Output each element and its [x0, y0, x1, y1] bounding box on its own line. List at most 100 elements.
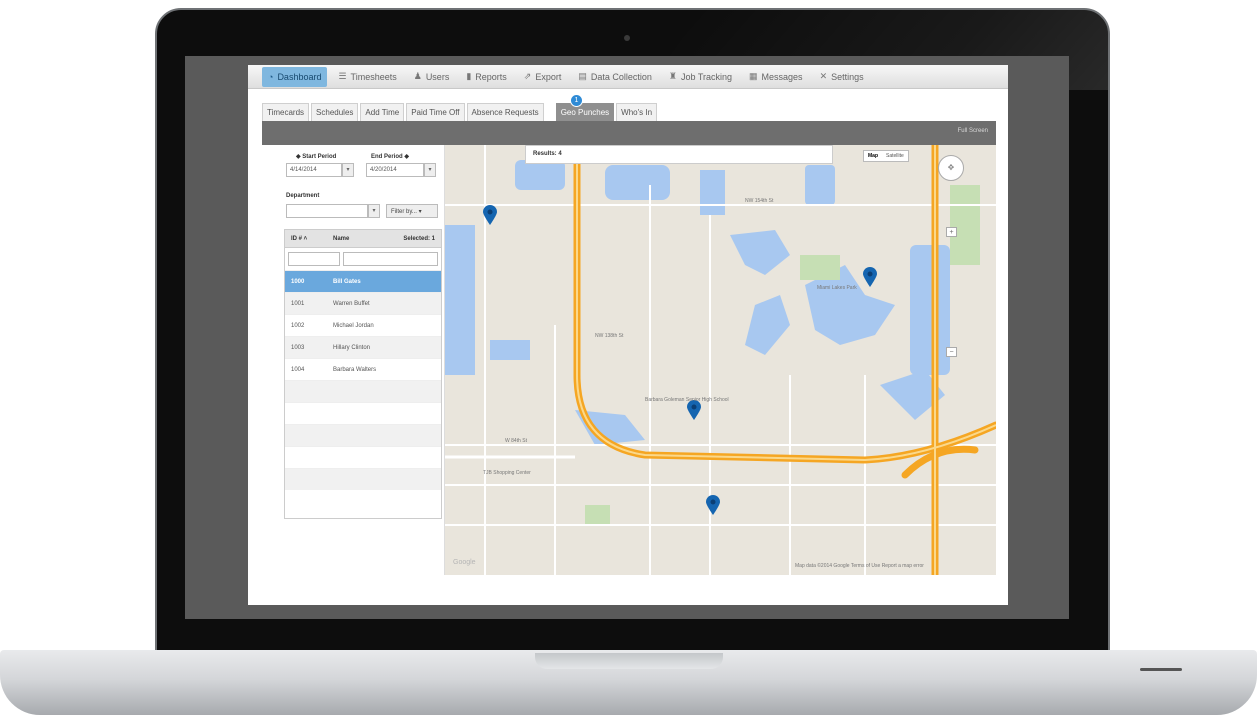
- map-label-park: Miami Lakes Park: [817, 285, 857, 291]
- tab-paid-time-off[interactable]: Paid Time Off: [406, 103, 465, 121]
- table-row[interactable]: 1003 Hillary Clinton: [285, 336, 441, 358]
- start-period-dropdown[interactable]: ▾: [342, 163, 354, 177]
- table-row[interactable]: 1000 Bill Gates: [285, 270, 441, 292]
- map-label-mall: TJB Shopping Center: [483, 470, 531, 476]
- map-label-street: NW 138th St: [595, 333, 624, 339]
- data-collection-icon: ▤: [578, 71, 587, 81]
- results-count: Results: 4: [525, 145, 833, 164]
- table-row[interactable]: 1001 Warren Buffet: [285, 292, 441, 314]
- nav-data-collection[interactable]: ▤ Data Collection: [572, 67, 658, 87]
- reports-icon: ▮: [466, 71, 472, 81]
- nav-export[interactable]: ⇗ Export: [518, 67, 568, 87]
- settings-icon: ✕: [819, 71, 828, 81]
- table-row[interactable]: 1004 Barbara Walters: [285, 358, 441, 380]
- col-id[interactable]: ID # ˄: [291, 236, 333, 242]
- export-icon: ⇗: [523, 71, 532, 81]
- geo-punches-content: ◆ Start Period End Period ◆ 4/14/2014 ▾ …: [278, 145, 996, 575]
- nav-timesheets[interactable]: ☰ Timesheets: [332, 67, 402, 87]
- park-area: [585, 505, 610, 525]
- park-area: [800, 255, 840, 280]
- department-select[interactable]: [286, 204, 368, 218]
- col-name[interactable]: Name: [333, 236, 403, 242]
- nav-dashboard[interactable]: ◔ Dashboard: [262, 66, 328, 87]
- nav-users[interactable]: ♟ Users: [408, 67, 456, 87]
- nav-messages[interactable]: ▦ Messages: [743, 67, 809, 87]
- full-screen-link[interactable]: Full Screen: [958, 128, 988, 134]
- location-pin[interactable]: [863, 267, 877, 287]
- google-logo: Google: [453, 559, 476, 566]
- laptop-screen: ◔ Dashboard ☰ Timesheets ♟ Users ▮ Reports ⇗…: [185, 56, 1069, 619]
- laptop-notch: [535, 653, 723, 669]
- tab-add-time[interactable]: Add Time: [360, 103, 405, 121]
- park-area: [950, 185, 980, 265]
- nav-reports[interactable]: ▮ Reports: [460, 67, 512, 87]
- map-view[interactable]: TJB Shopping Center Barbara Goleman Seni…: [445, 145, 996, 575]
- table-filters: [285, 248, 441, 270]
- department-label: Department: [286, 193, 320, 199]
- laptop-indicator: [1140, 668, 1182, 671]
- water-body: [515, 160, 565, 190]
- col-selected: Selected: 1: [403, 235, 435, 242]
- nav-job-tracking[interactable]: ♜ Job Tracking: [663, 67, 738, 87]
- map-footer[interactable]: Map data ©2014 Google Terms of Use Repor…: [795, 563, 924, 569]
- water-body: [730, 230, 790, 275]
- zoom-out-button[interactable]: −: [946, 347, 957, 357]
- location-pin[interactable]: [706, 495, 720, 515]
- map-type-satellite[interactable]: Satellite: [882, 151, 908, 161]
- zoom-in-button[interactable]: +: [946, 227, 957, 237]
- table-body: 1000 Bill Gates 1001 Warren Buffet 1002 Mic…: [285, 270, 441, 490]
- sub-tabs: Timecards Schedules Add Time Paid Time O…: [262, 103, 659, 121]
- end-period-label: End Period ◆: [371, 154, 409, 160]
- webcam: [624, 35, 630, 41]
- map-type-map[interactable]: Map: [864, 151, 882, 161]
- map-label-school: Barbara Goleman Senior High School: [645, 397, 729, 403]
- users-icon: ♟: [413, 71, 422, 81]
- water-body: [910, 245, 950, 375]
- dashboard-icon: ◔: [268, 71, 274, 82]
- end-period-input[interactable]: 4/20/2014: [366, 163, 424, 177]
- nav-settings[interactable]: ✕ Settings: [814, 67, 870, 87]
- filter-panel: ◆ Start Period End Period ◆ 4/14/2014 ▾ …: [278, 145, 445, 575]
- tab-schedules[interactable]: Schedules: [311, 103, 359, 121]
- start-period-label: ◆ Start Period: [296, 154, 337, 160]
- water-body: [805, 165, 835, 205]
- table-row-empty: [285, 402, 441, 424]
- app-page: ◔ Dashboard ☰ Timesheets ♟ Users ▮ Reports ⇗…: [248, 65, 1008, 605]
- water-body: [745, 295, 790, 355]
- water-body: [605, 165, 670, 200]
- water-body: [490, 340, 530, 360]
- table-row-empty: [285, 446, 441, 468]
- pan-control[interactable]: ✥: [938, 155, 964, 181]
- toolbar: Full Screen: [262, 121, 996, 145]
- map-label-street: W 84th St: [505, 438, 527, 444]
- timesheets-icon: ☰: [338, 71, 347, 81]
- location-pin[interactable]: [687, 400, 701, 420]
- location-pin[interactable]: [483, 205, 497, 225]
- table-row[interactable]: 1002 Michael Jordan: [285, 314, 441, 336]
- name-filter-input[interactable]: [343, 252, 438, 266]
- notification-badge: 1: [570, 94, 583, 107]
- id-filter-input[interactable]: [288, 252, 340, 266]
- map-type-control: Map Satellite: [863, 150, 909, 162]
- table-header: ID # ˄ Name Selected: 1: [285, 230, 441, 248]
- users-table: ID # ˄ Name Selected: 1 1000 Bill Gates 1…: [284, 229, 442, 519]
- tab-whos-in[interactable]: Who's In: [616, 103, 658, 121]
- tab-absence-requests[interactable]: Absence Requests: [466, 103, 544, 121]
- job-tracking-icon: ♜: [668, 71, 677, 81]
- water-body: [700, 170, 725, 215]
- department-dropdown[interactable]: ▾: [368, 204, 380, 218]
- start-period-input[interactable]: 4/14/2014: [286, 163, 342, 177]
- table-row-empty: [285, 468, 441, 490]
- tab-timecards[interactable]: Timecards: [262, 103, 310, 121]
- water-body: [445, 225, 475, 375]
- main-nav: ◔ Dashboard ☰ Timesheets ♟ Users ▮ Reports ⇗…: [248, 65, 1008, 89]
- tab-geo-punches[interactable]: Geo Punches: [555, 103, 615, 121]
- table-row-empty: [285, 424, 441, 446]
- laptop-mockup: ◔ Dashboard ☰ Timesheets ♟ Users ▮ Reports ⇗…: [0, 0, 1257, 715]
- end-period-dropdown[interactable]: ▾: [424, 163, 436, 177]
- filter-by-button[interactable]: Filter by... ▾: [386, 204, 438, 218]
- table-row-empty: [285, 380, 441, 402]
- map-canvas: [445, 145, 996, 575]
- messages-icon: ▦: [749, 71, 758, 81]
- map-label-street: NW 154th St: [745, 198, 774, 204]
